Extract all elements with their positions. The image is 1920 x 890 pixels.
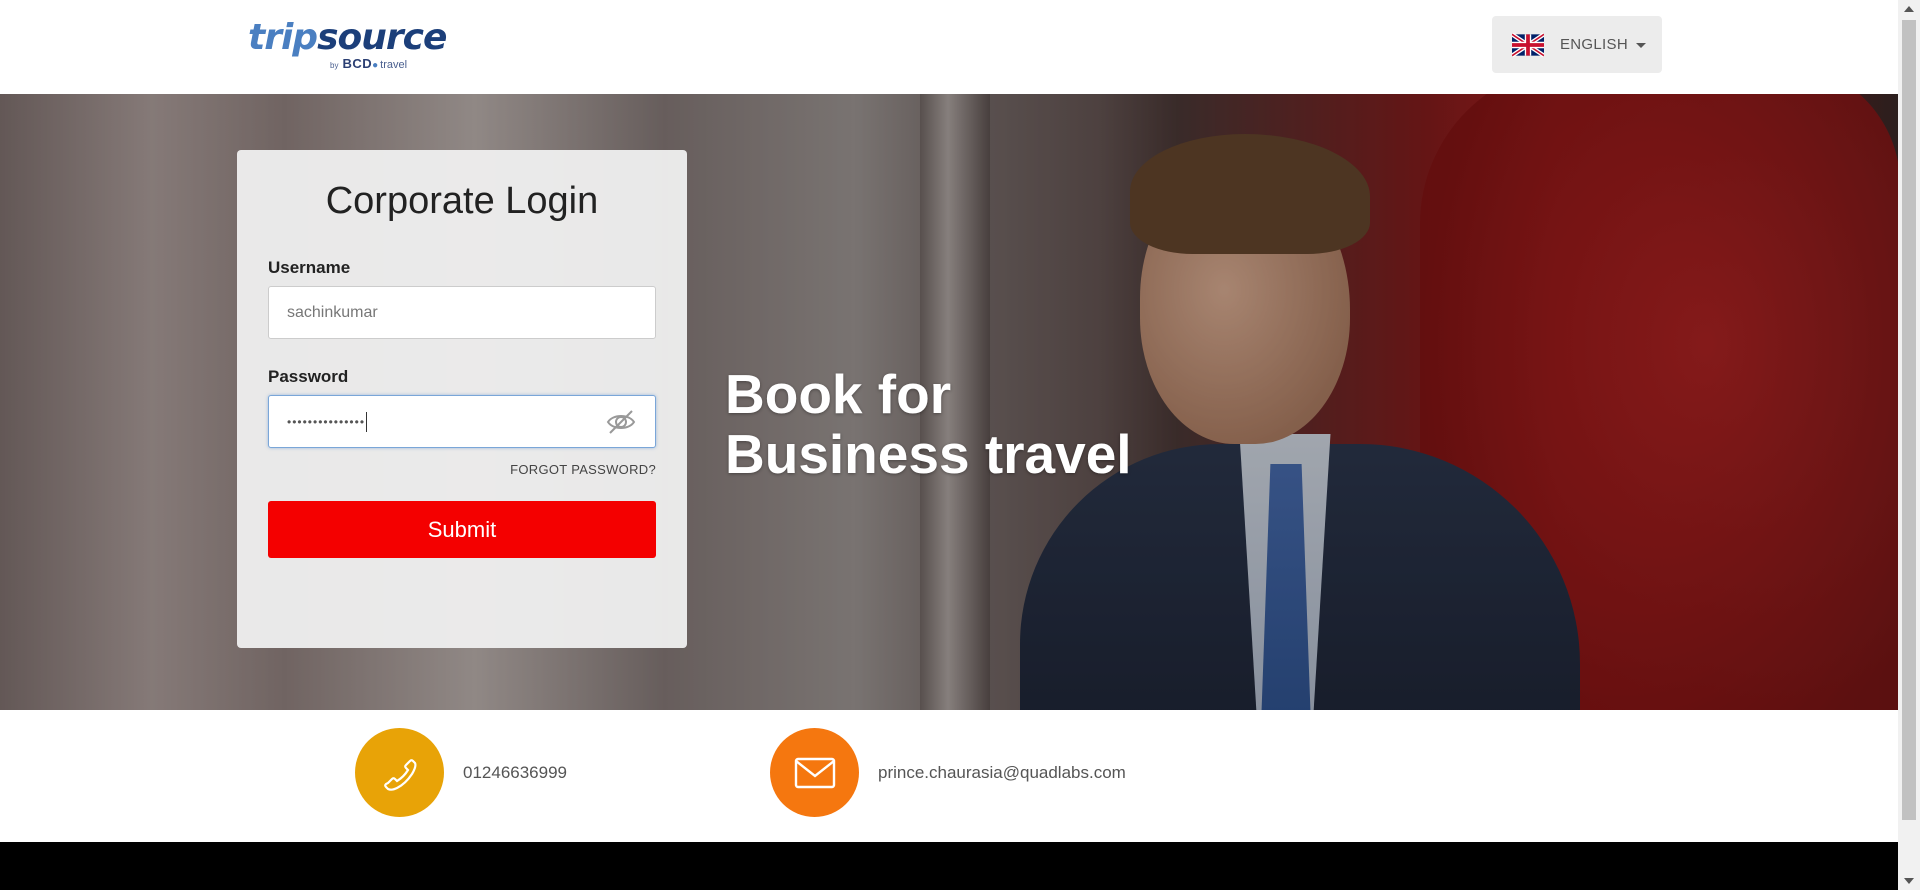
phone-icon	[355, 728, 444, 817]
contact-phone: 01246636999	[355, 728, 567, 817]
chevron-down-icon	[1635, 43, 1646, 48]
contact-email: prince.chaurasia@quadlabs.com	[770, 728, 1126, 817]
logo-byline: by BCD● travel	[330, 56, 408, 71]
uk-flag-icon	[1512, 32, 1544, 57]
contact-bar: 01246636999 prince.chaurasia@quadlabs.co…	[0, 710, 1898, 842]
email-address[interactable]: prince.chaurasia@quadlabs.com	[878, 763, 1126, 783]
footer	[0, 842, 1898, 890]
text-cursor	[366, 411, 368, 432]
envelope-icon	[770, 728, 859, 817]
forgot-password-link[interactable]: FORGOT PASSWORD?	[268, 462, 656, 477]
submit-button[interactable]: Submit	[268, 501, 656, 558]
login-card: Corporate Login Username sachinkumar Pas…	[237, 150, 687, 648]
username-value: sachinkumar	[287, 303, 378, 321]
scroll-thumb[interactable]	[1902, 20, 1916, 820]
header: tripsource by BCD● travel ENGLISH	[0, 0, 1898, 94]
vertical-scrollbar[interactable]	[1898, 0, 1920, 890]
hero-tagline: Book for Business travel	[725, 363, 1132, 485]
language-label: ENGLISH	[1560, 36, 1628, 53]
tripsource-logo[interactable]: tripsource by BCD● travel	[248, 17, 447, 74]
password-input[interactable]: •••••••••••••••	[268, 395, 656, 448]
username-label: Username	[268, 258, 351, 277]
phone-number[interactable]: 01246636999	[463, 763, 567, 783]
login-title: Corporate Login	[325, 180, 599, 222]
language-selector[interactable]: ENGLISH	[1492, 16, 1662, 73]
scroll-up-arrow-icon[interactable]	[1904, 6, 1914, 12]
username-input[interactable]: sachinkumar	[268, 286, 656, 339]
eye-slash-icon[interactable]	[605, 408, 637, 436]
password-label: Password	[268, 367, 349, 386]
logo-wordmark: tripsource	[248, 17, 447, 58]
password-value: •••••••••••••••	[287, 414, 366, 429]
scroll-down-arrow-icon[interactable]	[1904, 878, 1914, 884]
